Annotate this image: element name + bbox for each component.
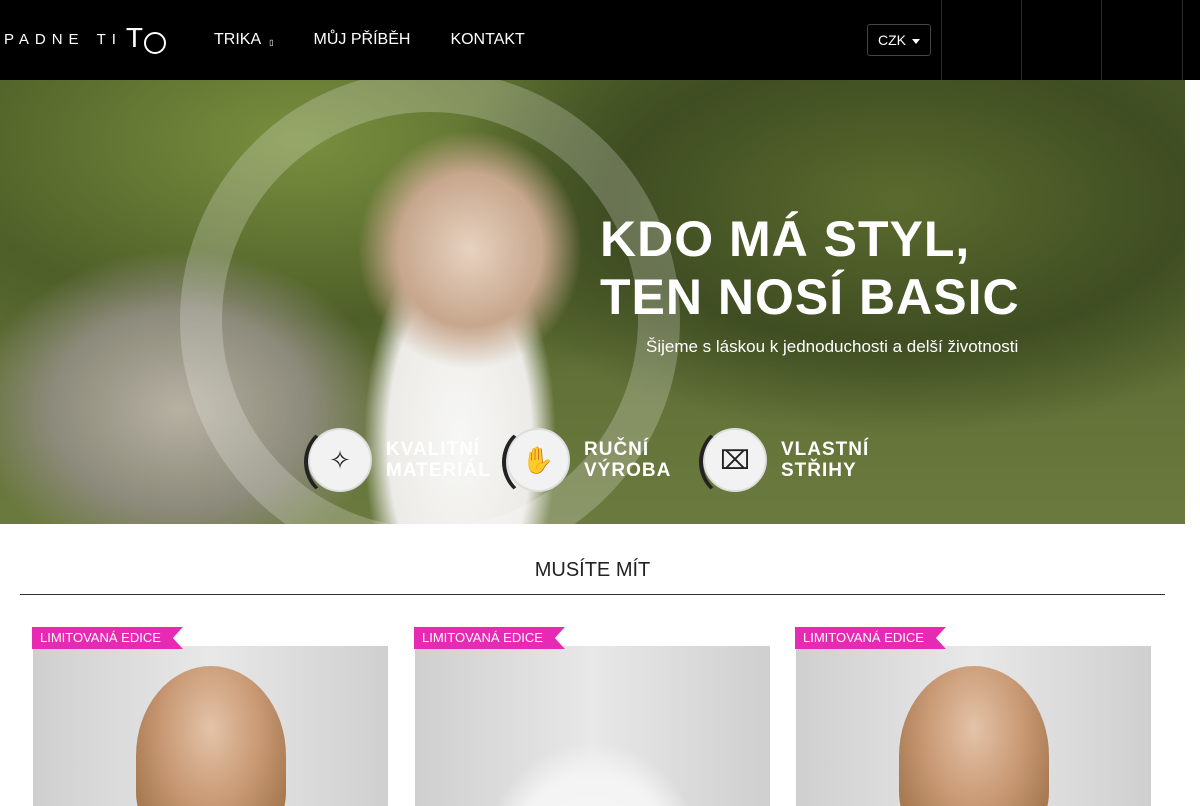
model-photo [415, 646, 770, 806]
hero-subtitle: Šijeme s láskou k jednoduchosti a delší … [646, 337, 1019, 356]
nav-item-kontakt[interactable]: KONTAKT [450, 31, 524, 49]
hero-headline-line1: KDO MÁ STYL, [600, 211, 971, 267]
section-divider [20, 594, 1165, 595]
logo-text-ti: TI [96, 30, 122, 48]
feature-label: RUČNÍ VÝROBA [584, 439, 671, 481]
user-icon[interactable] [941, 0, 1021, 80]
cart-icon[interactable] [1101, 0, 1183, 80]
nav-item-label: KONTAKT [450, 31, 525, 48]
product-image[interactable] [796, 646, 1151, 806]
feature-label: VLASTNÍ STŘIHY [781, 439, 869, 481]
hero-headline-line2: TEN NOSÍ BASIC [600, 269, 1020, 325]
section-title: MUSÍTE MÍT [534, 559, 651, 581]
chevron-down-icon: ▯ [269, 37, 274, 47]
hero-banner[interactable]: KDO MÁ STYL, TEN NOSÍ BASIC Šijeme s lás… [0, 80, 1185, 524]
model-photo [898, 666, 1049, 806]
product-image[interactable] [415, 646, 770, 806]
sewing-machine-icon: ⌧ [699, 426, 767, 498]
feature-line1: KVALITNÍ [386, 439, 481, 460]
feature-line2: MATERIÁL [386, 460, 491, 481]
product-image[interactable] [33, 646, 388, 806]
feature-own-cuts: ⌧ VLASTNÍ STŘIHY [699, 426, 869, 498]
model-photo [135, 666, 286, 806]
feature-handmade: ✋ RUČNÍ VÝROBA [502, 426, 671, 498]
top-navbar: PADNE TI T TRIKA ▯ MŮJ PŘÍBĚH KONTAKT CZ… [0, 0, 1200, 80]
limited-edition-badge: LIMITOVANÁ EDICE [32, 627, 183, 649]
feature-line1: VLASTNÍ [781, 439, 870, 460]
logo-mark-t: T [125, 22, 144, 53]
logo-mark-o [143, 32, 166, 54]
nav-item-label: MŮJ PŘÍBĚH [313, 31, 411, 48]
product-card[interactable]: LIMITOVANÁ EDICE [795, 627, 1151, 806]
limited-edition-badge: LIMITOVANÁ EDICE [414, 627, 565, 649]
nav-item-muj-pribeh[interactable]: MŮJ PŘÍBĚH [314, 31, 411, 49]
limited-edition-badge: LIMITOVANÁ EDICE [795, 627, 946, 649]
logo-mark: T [126, 24, 168, 54]
feature-line2: VÝROBA [584, 460, 672, 481]
feature-line2: STŘIHY [781, 460, 857, 481]
hand-icon: ✋ [502, 426, 570, 498]
feature-label: KVALITNÍ MATERIÁL [386, 439, 491, 481]
product-card[interactable]: LIMITOVANÁ EDICE [32, 627, 388, 806]
caret-down-icon [912, 38, 920, 44]
hero-headline: KDO MÁ STYL, TEN NOSÍ BASIC [600, 210, 1020, 326]
nav-item-label: TRIKA [214, 31, 262, 48]
feature-quality-material: ✧ KVALITNÍ MATERIÁL [304, 426, 491, 498]
fabric-icon: ✧ [304, 426, 372, 498]
heart-icon[interactable] [1021, 0, 1101, 80]
nav-item-trika[interactable]: TRIKA ▯ [214, 31, 274, 49]
product-card[interactable]: LIMITOVANÁ EDICE [414, 627, 770, 806]
brand-logo[interactable]: PADNE TI T [4, 24, 168, 54]
feature-line1: RUČNÍ [584, 439, 650, 460]
currency-select[interactable]: CZK [867, 24, 931, 56]
logo-text-padne: PADNE [4, 30, 85, 48]
currency-value: CZK [878, 32, 906, 48]
main-nav: TRIKA ▯ MŮJ PŘÍBĚH KONTAKT [214, 0, 565, 80]
